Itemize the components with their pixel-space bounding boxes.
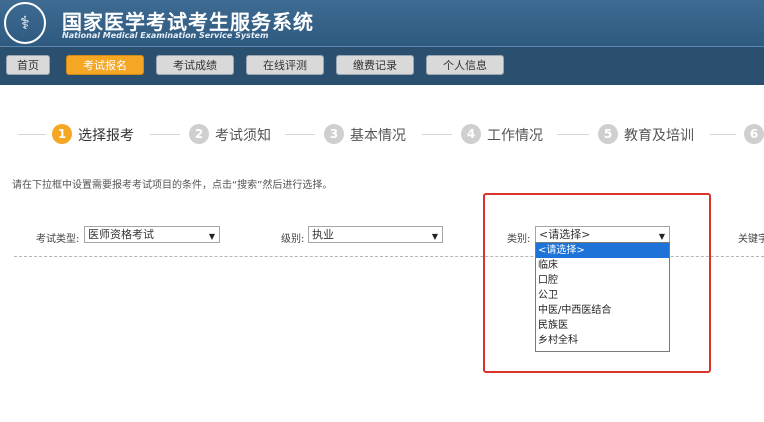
nav-home[interactable]: 首页 xyxy=(6,55,50,75)
category-option[interactable]: 民族医 xyxy=(536,318,669,333)
step-3-label: 基本情况 xyxy=(350,128,406,144)
exam-type-select[interactable]: 医师资格考试 ▼ xyxy=(84,226,220,243)
main-nav: 首页 考试报名 考试成绩 在线评测 缴费记录 个人信息 xyxy=(0,46,764,85)
step-4-label: 工作情况 xyxy=(487,128,543,144)
step-6-number: 6 xyxy=(744,124,764,144)
system-subtitle: National Medical Examination Service Sys… xyxy=(62,31,269,40)
step-connector xyxy=(150,134,180,135)
nav-personal-info[interactable]: 个人信息 xyxy=(426,55,504,75)
category-dropdown-list: <请选择> 临床 口腔 公卫 中医/中西医结合 民族医 乡村全科 xyxy=(535,242,670,352)
category-option[interactable]: 临床 xyxy=(536,258,669,273)
step-connector xyxy=(710,134,736,135)
nav-exam-scores[interactable]: 考试成绩 xyxy=(156,55,234,75)
step-2-number: 2 xyxy=(189,124,209,144)
category-option[interactable]: 中医/中西医结合 xyxy=(536,303,669,318)
step-4-number: 4 xyxy=(461,124,481,144)
step-1-label: 选择报考 xyxy=(78,128,134,144)
level-select[interactable]: 执业 ▼ xyxy=(308,226,443,243)
step-connector xyxy=(285,134,315,135)
emblem-icon: ⚕ xyxy=(4,2,46,44)
step-3-number: 3 xyxy=(324,124,344,144)
nav-online-assessment[interactable]: 在线评测 xyxy=(246,55,324,75)
step-connector xyxy=(18,134,46,135)
progress-steps: 1 选择报考 2 考试须知 3 基本情况 4 工作情况 5 教育及培训 6 xyxy=(0,124,764,146)
level-value: 执业 xyxy=(312,228,334,241)
instruction-text: 请在下拉框中设置需要报考考试项目的条件，点击“搜索”然后进行选择。 xyxy=(12,180,333,191)
level-label: 级别: xyxy=(281,234,305,245)
exam-type-label: 考试类型: xyxy=(36,234,80,245)
step-connector xyxy=(422,134,452,135)
header-bar: ⚕ 国家医学考试考生服务系统 National Medical Examinat… xyxy=(0,0,764,46)
category-option[interactable]: <请选择> xyxy=(536,243,669,258)
dropdown-arrow-icon: ▼ xyxy=(208,232,215,241)
step-1-number: 1 xyxy=(52,124,72,144)
nav-exam-registration[interactable]: 考试报名 xyxy=(66,55,144,75)
exam-type-value: 医师资格考试 xyxy=(88,228,154,241)
step-connector xyxy=(557,134,589,135)
keyword-label: 关键字 xyxy=(738,234,764,245)
nav-payment-records[interactable]: 缴费记录 xyxy=(336,55,414,75)
category-option[interactable]: 公卫 xyxy=(536,288,669,303)
category-option[interactable]: 乡村全科 xyxy=(536,333,669,348)
step-5-number: 5 xyxy=(598,124,618,144)
dropdown-arrow-icon: ▼ xyxy=(431,232,438,241)
step-5-label: 教育及培训 xyxy=(624,128,694,144)
category-option[interactable]: 口腔 xyxy=(536,273,669,288)
step-2-label: 考试须知 xyxy=(215,128,271,144)
